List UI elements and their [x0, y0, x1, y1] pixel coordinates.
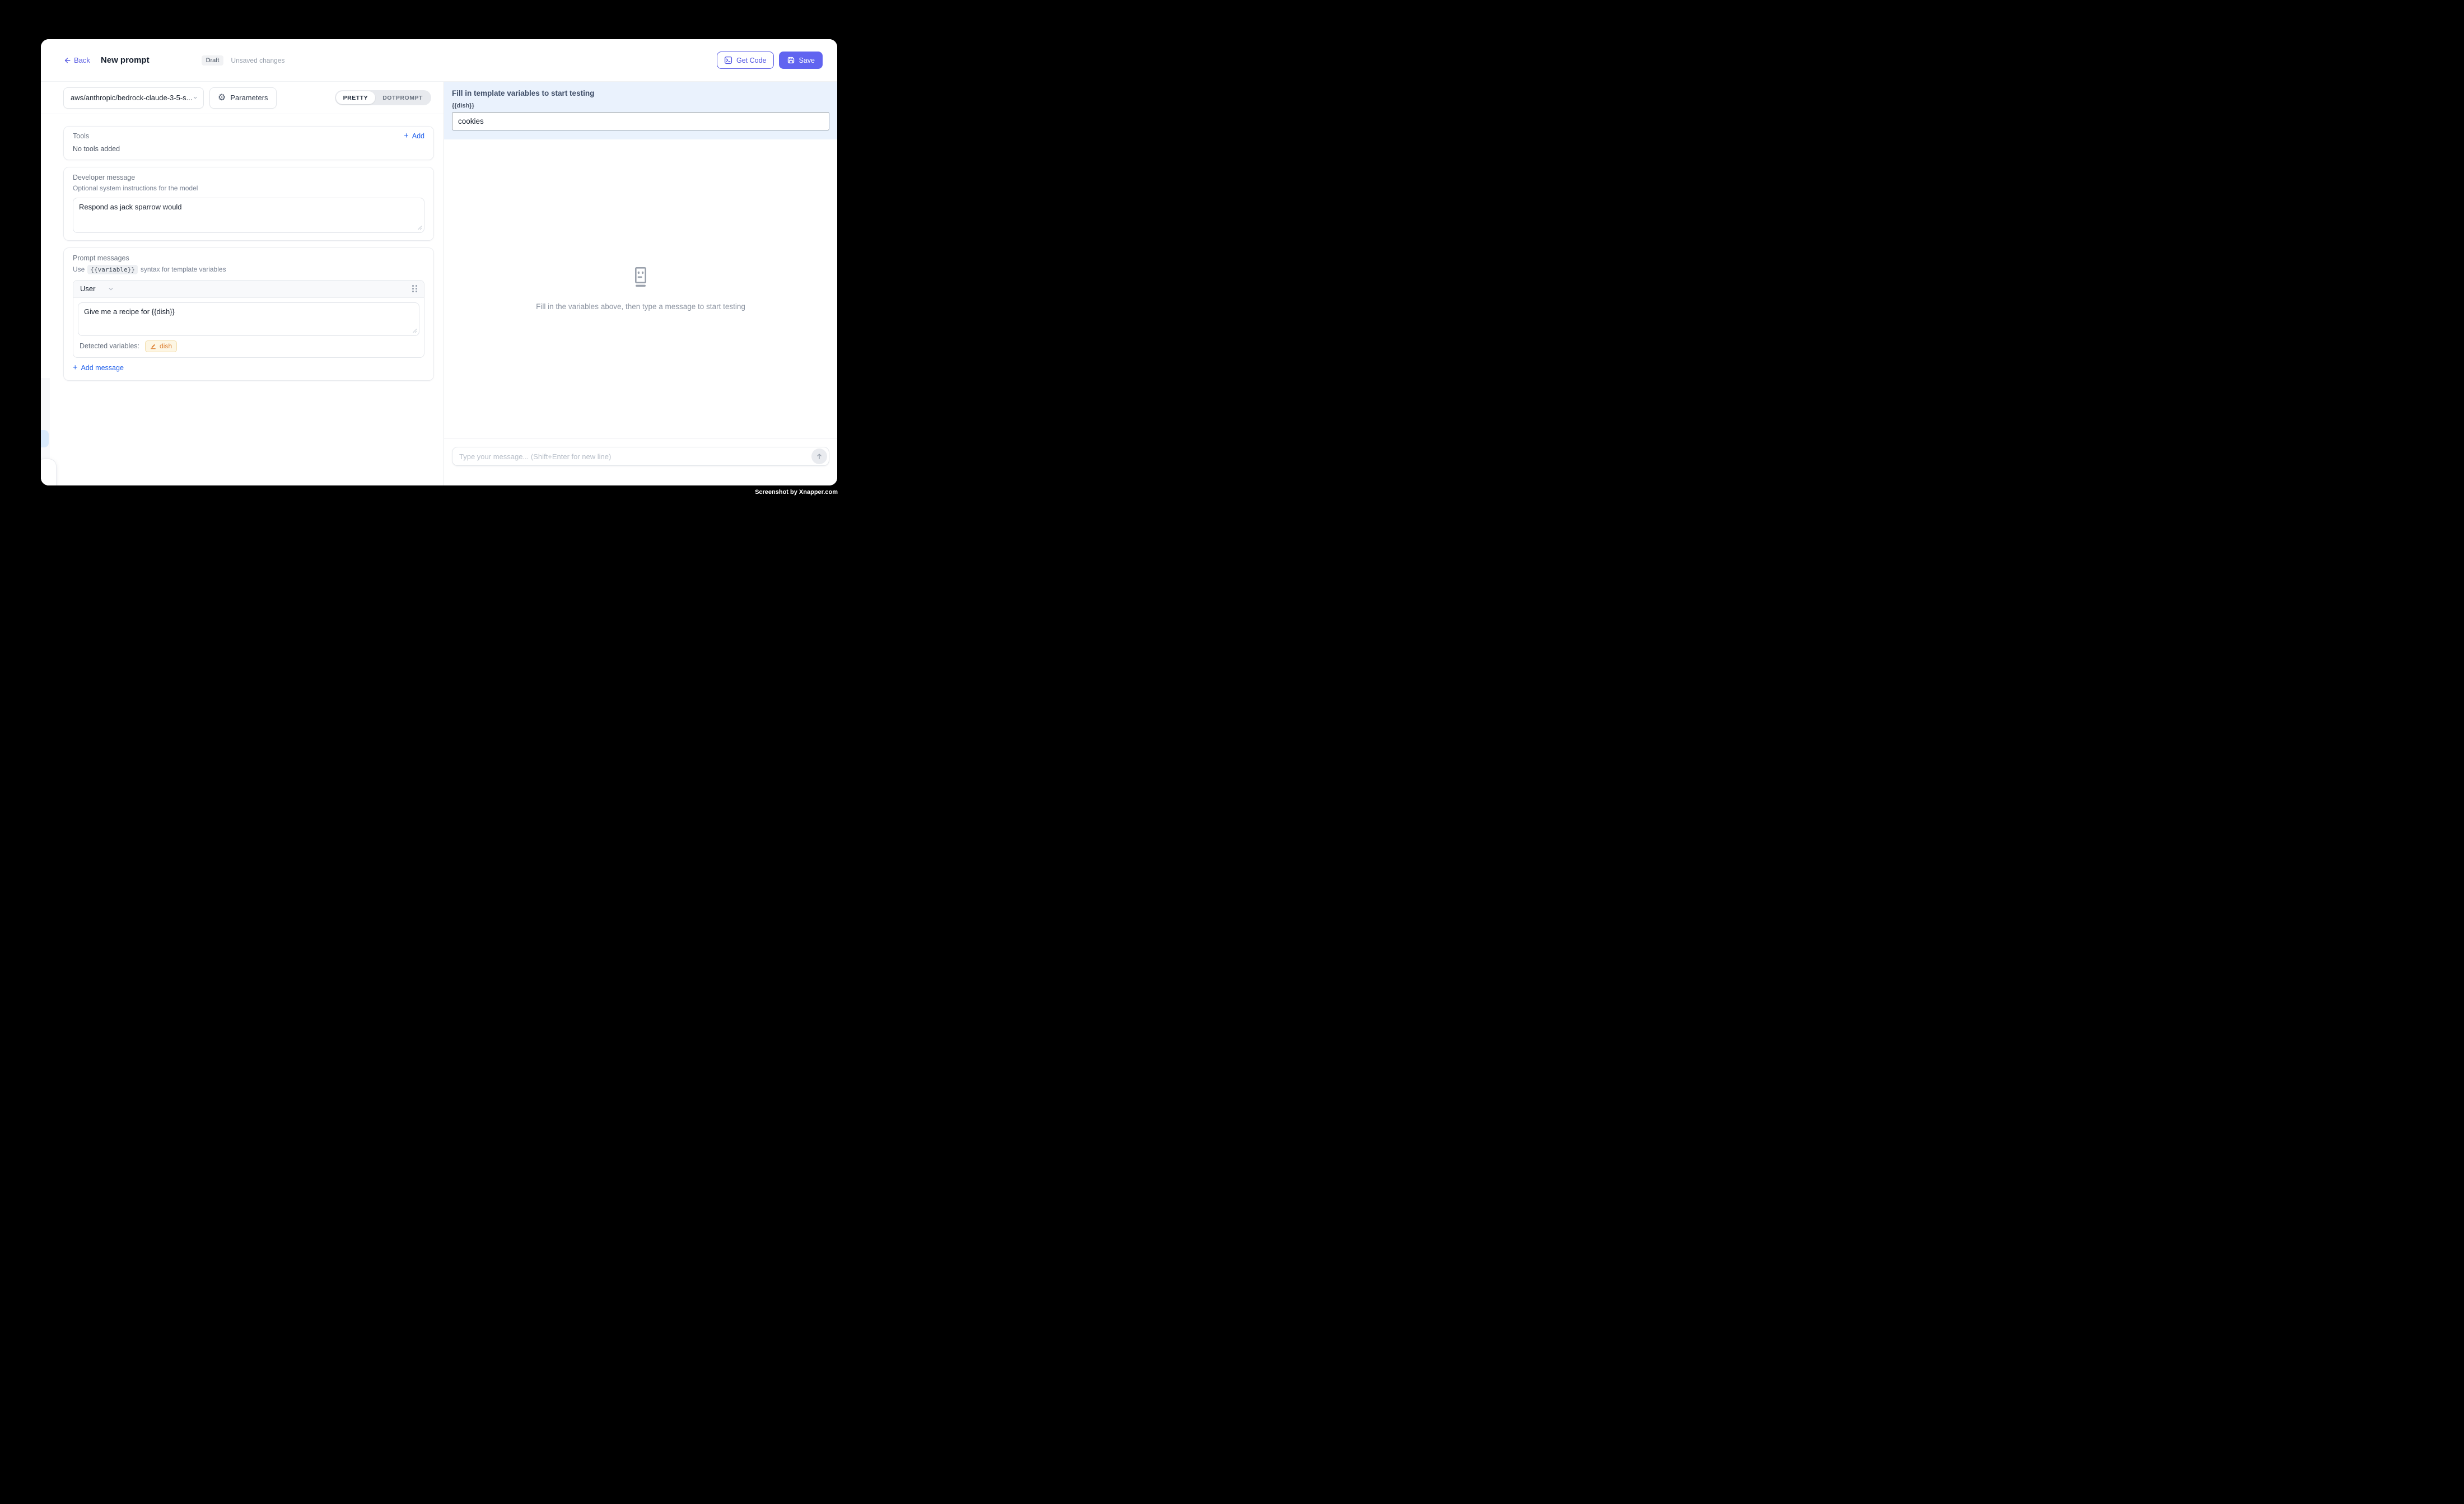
developer-message-title: Developer message	[73, 174, 424, 181]
prompt-tester-pane: Fill in template variables to start test…	[444, 82, 837, 485]
message-role-select[interactable]: User	[80, 284, 114, 293]
hint-prefix: Use	[73, 265, 85, 273]
tester-title: Fill in template variables to start test…	[452, 89, 829, 97]
toggle-dotprompt[interactable]: DOTPROMPT	[375, 91, 430, 104]
drag-handle-icon[interactable]	[412, 285, 417, 292]
add-tool-label: Add	[412, 132, 424, 140]
get-code-label: Get Code	[736, 57, 767, 64]
variable-syntax-chip: {{variable}}	[87, 265, 137, 274]
variable-value-input[interactable]	[452, 112, 829, 130]
variable-badge-label: dish	[160, 342, 172, 350]
add-tool-button[interactable]: + Add	[404, 132, 424, 141]
arrow-left-icon	[63, 57, 71, 64]
model-select[interactable]: aws/anthropic/bedrock-claude-3-5-s...	[63, 87, 204, 109]
developer-message-card: Developer message Optional system instru…	[63, 167, 434, 241]
prompt-messages-title: Prompt messages	[73, 254, 424, 262]
detected-variables-row: Detected variables: dish	[78, 340, 419, 352]
robot-face-icon	[631, 267, 650, 289]
back-button[interactable]: Back	[63, 56, 90, 64]
template-variables-section: Fill in template variables to start test…	[444, 82, 837, 139]
model-row: aws/anthropic/bedrock-claude-3-5-s... ⚙︎…	[41, 82, 444, 114]
tools-empty-text: No tools added	[73, 145, 424, 153]
tools-title: Tools	[73, 132, 89, 140]
arrow-up-icon	[815, 452, 823, 460]
partial-popover-card	[41, 459, 57, 485]
get-code-button[interactable]: Get Code	[717, 52, 774, 69]
model-select-value: aws/anthropic/bedrock-claude-3-5-s...	[71, 94, 193, 102]
status-badge: Draft	[202, 55, 224, 66]
message-block-body: Give me a recipe for {{dish}} Detected v…	[73, 298, 424, 357]
hint-suffix: syntax for template variables	[141, 265, 226, 273]
developer-message-field-wrap: Respond as jack sparrow would	[73, 198, 424, 233]
detected-variables-label: Detected variables:	[80, 342, 139, 350]
variable-name-label: {{dish}}	[452, 102, 829, 109]
add-message-row: + Add message	[73, 363, 424, 373]
main-content: aws/anthropic/bedrock-claude-3-5-s... ⚙︎…	[41, 82, 837, 485]
terminal-icon	[724, 56, 732, 64]
watermark-text: Screenshot by Xnapper.com	[755, 489, 838, 496]
message-block: User Give me a recipe for {{dish}}	[73, 280, 424, 358]
screenshot-background: { "watermark": "Screenshot by Xnapper.co…	[0, 0, 878, 536]
template-variables-hint: Use {{variable}} syntax for template var…	[73, 265, 424, 274]
plus-icon: +	[73, 364, 77, 372]
developer-message-subtitle: Optional system instructions for the mod…	[73, 184, 424, 192]
message-role-value: User	[80, 284, 95, 293]
chat-input-wrap	[452, 447, 829, 466]
save-icon	[787, 56, 795, 64]
plus-icon: +	[404, 132, 408, 141]
message-field-wrap: Give me a recipe for {{dish}}	[78, 302, 419, 336]
unsaved-changes-text: Unsaved changes	[231, 57, 284, 64]
prompt-messages-card: Prompt messages Use {{variable}} syntax …	[63, 247, 434, 381]
tools-card: Tools + Add No tools added	[63, 126, 434, 160]
page-title: New prompt	[101, 55, 150, 65]
tools-card-header: Tools + Add	[73, 132, 424, 141]
header: Back New prompt Draft Unsaved changes Ge…	[41, 39, 837, 82]
message-textarea[interactable]: Give me a recipe for {{dish}}	[78, 302, 419, 336]
variable-badge-dish[interactable]: dish	[145, 340, 177, 352]
parameters-label: Parameters	[230, 94, 268, 102]
header-actions: Get Code Save	[717, 52, 823, 69]
editor-cards: Tools + Add No tools added Developer mes…	[41, 114, 444, 381]
save-button[interactable]: Save	[779, 52, 823, 69]
chevron-down-icon	[108, 286, 114, 292]
empty-state-text: Fill in the variables above, then type a…	[536, 302, 745, 311]
view-toggle: PRETTY DOTPROMPT	[335, 90, 431, 105]
prompt-editor-pane: aws/anthropic/bedrock-claude-3-5-s... ⚙︎…	[41, 82, 444, 485]
add-message-label: Add message	[81, 364, 123, 372]
chat-message-input[interactable]	[459, 452, 806, 461]
gear-icon: ⚙︎	[218, 94, 226, 102]
add-message-button[interactable]: + Add message	[73, 364, 124, 372]
send-message-button[interactable]	[811, 449, 827, 464]
message-block-header: User	[73, 281, 424, 298]
chat-input-bar	[444, 438, 837, 485]
save-label: Save	[799, 57, 815, 64]
back-label: Back	[74, 56, 90, 64]
developer-message-textarea[interactable]: Respond as jack sparrow would	[73, 198, 424, 233]
chat-empty-state: Fill in the variables above, then type a…	[444, 139, 837, 438]
edit-pencil-icon	[150, 343, 156, 349]
parameters-button[interactable]: ⚙︎ Parameters	[209, 87, 277, 109]
chevron-down-icon	[193, 94, 198, 101]
sidebar-active-item-partial[interactable]	[41, 430, 49, 447]
toggle-pretty[interactable]: PRETTY	[336, 91, 376, 104]
app-window: Back New prompt Draft Unsaved changes Ge…	[41, 39, 837, 485]
